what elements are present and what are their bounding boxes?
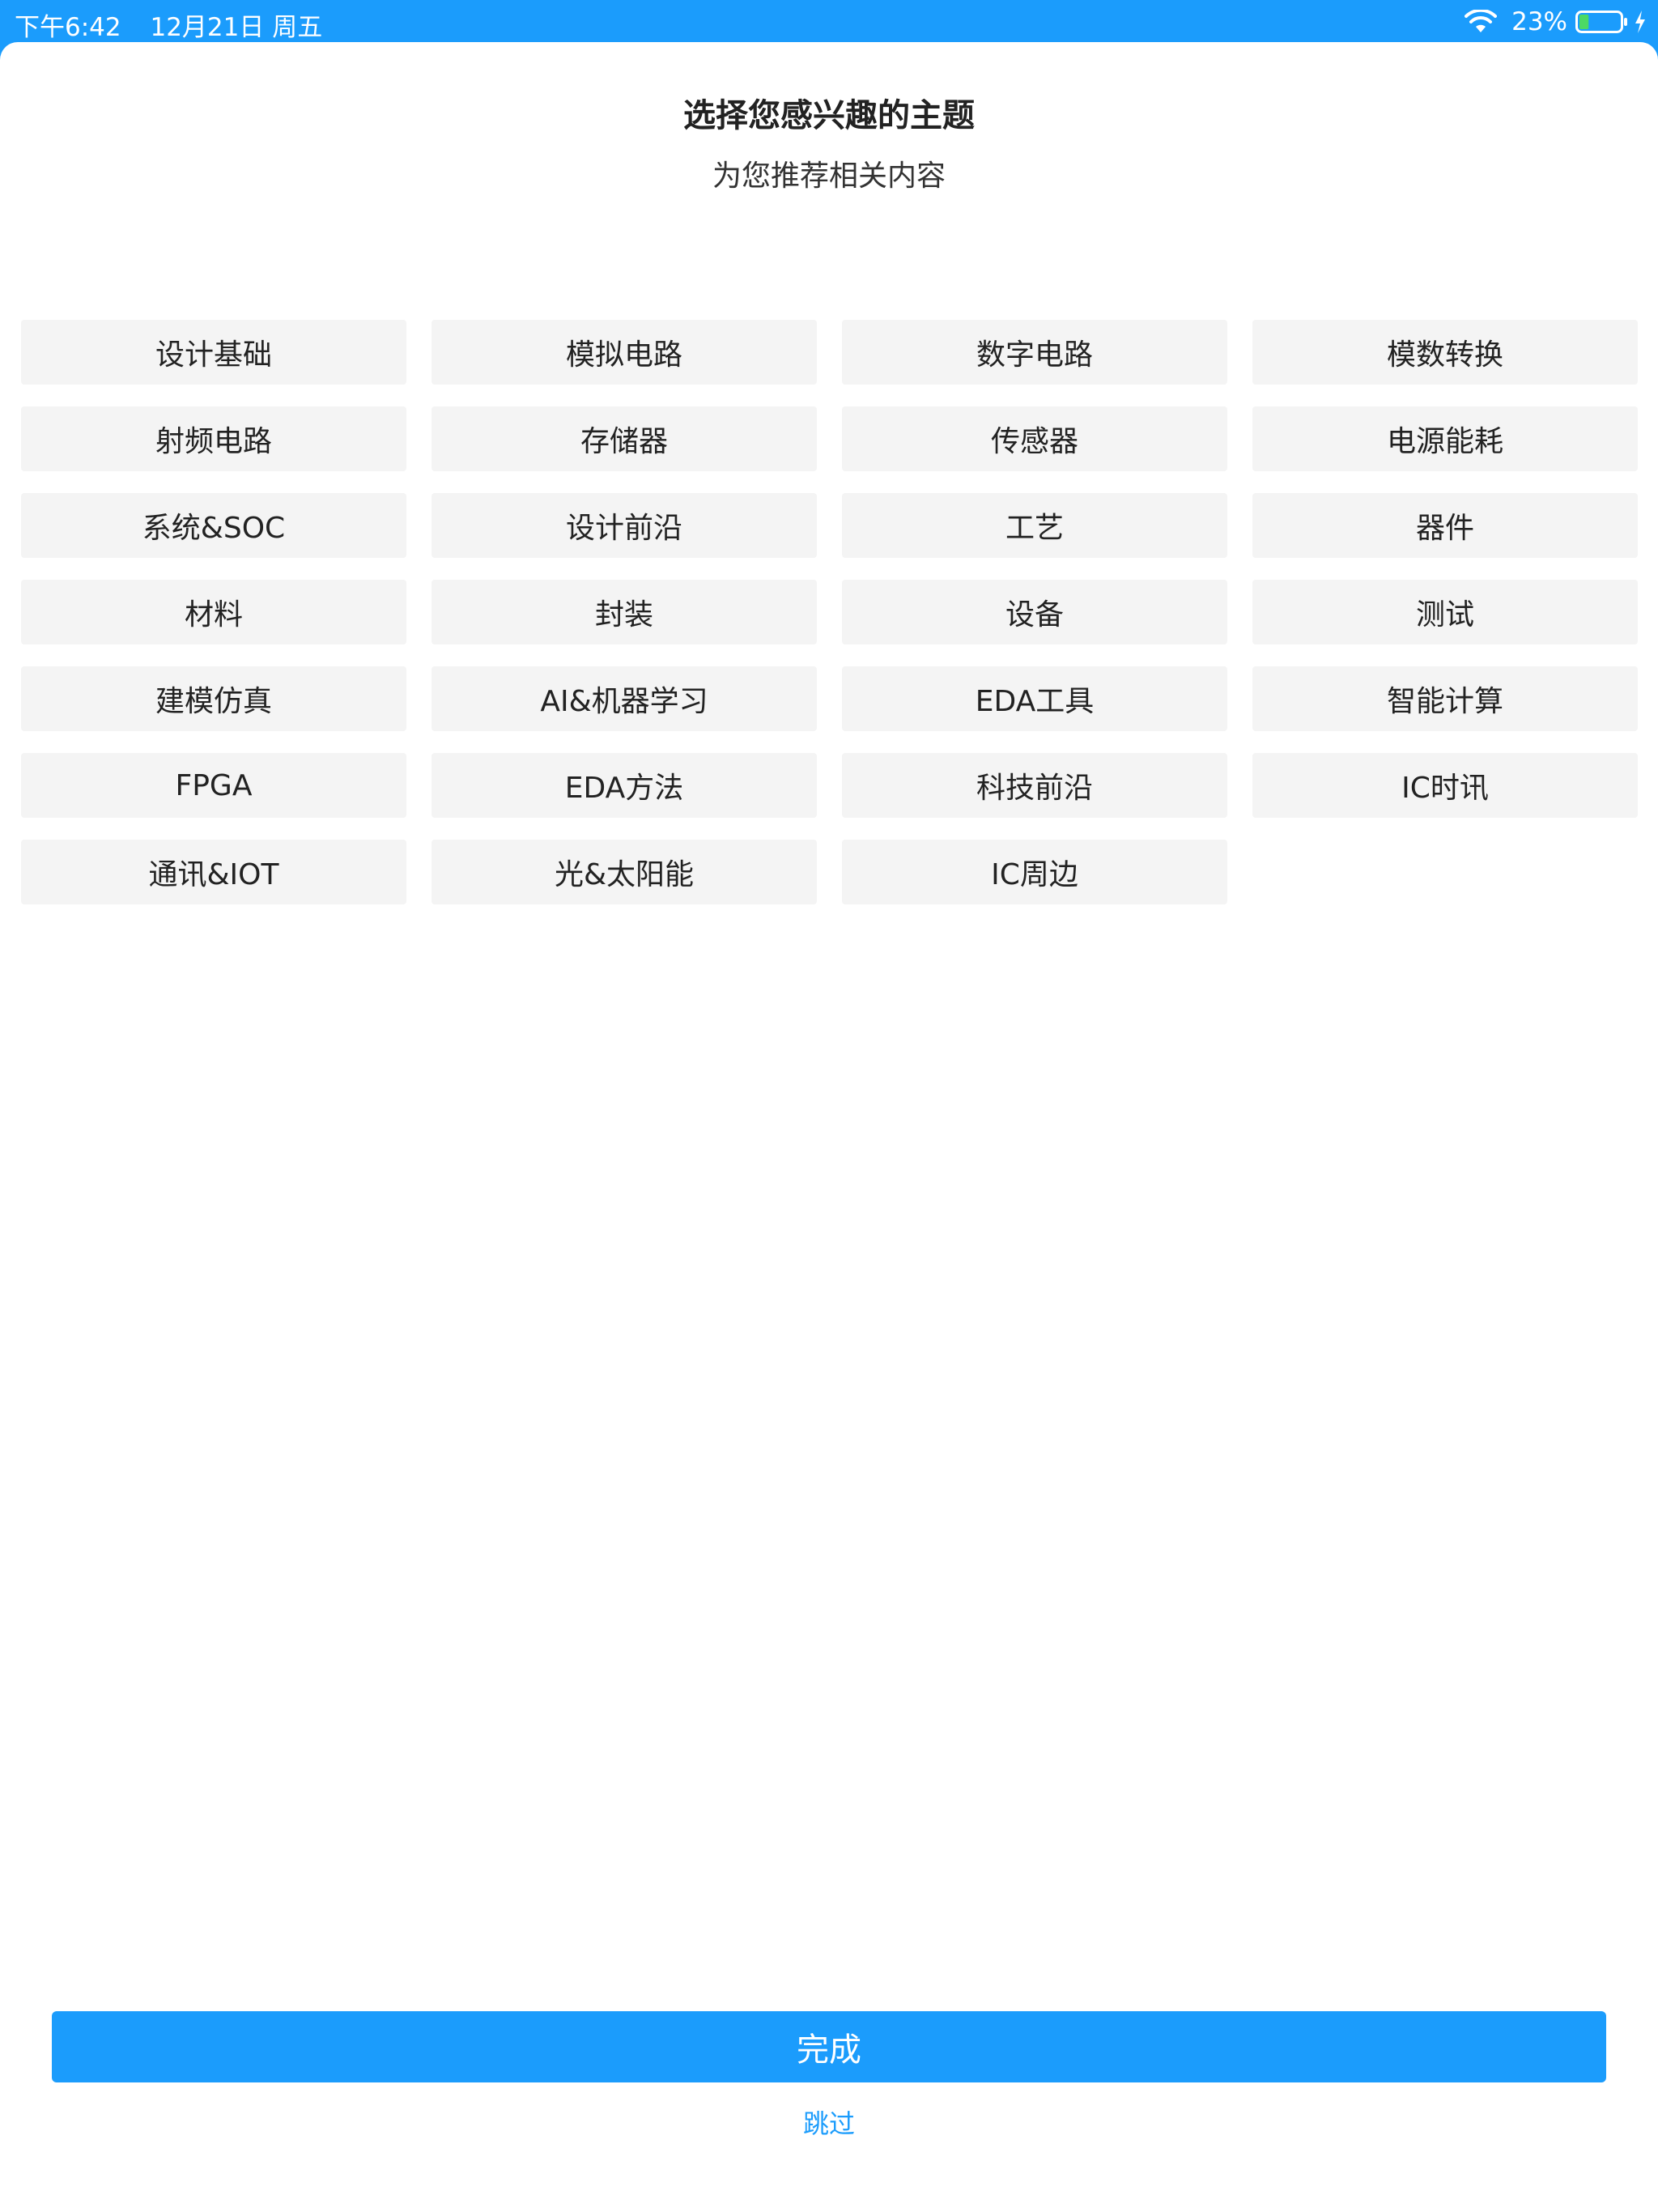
topic-tag[interactable]: 建模仿真 (21, 666, 406, 731)
status-time: 下午6:42 (15, 13, 121, 42)
skip-link[interactable]: 跳过 (0, 2104, 1658, 2141)
topic-selection-sheet: 选择您感兴趣的主题 为您推荐相关内容 设计基础 模拟电路 数字电路 模数转换射频电路存… (0, 42, 1658, 2212)
topic-tag[interactable]: EDA方法 (432, 753, 817, 818)
topic-tag[interactable]: 器件 (1252, 493, 1638, 558)
topic-tag[interactable]: 测试 (1252, 580, 1638, 644)
topic-tag[interactable]: 模数转换 (1252, 320, 1638, 385)
charging-bolt-icon (1635, 11, 1645, 33)
topic-tag[interactable]: EDA工具 (842, 666, 1227, 731)
wifi-icon (1465, 10, 1498, 32)
topic-tag[interactable]: 电源能耗 (1252, 406, 1638, 471)
topic-tag[interactable]: 设计基础 (21, 320, 406, 385)
page-title: 选择您感兴趣的主题 (683, 97, 975, 134)
battery-icon (1575, 11, 1627, 33)
topic-tag[interactable]: 通讯&IOT (21, 840, 406, 904)
done-button[interactable]: 完成 (52, 2011, 1606, 2082)
topic-tag[interactable]: AI&机器学习 (432, 666, 817, 731)
status-left: 下午6:42 12月21日 周五 (15, 6, 343, 43)
topic-tag[interactable]: 数字电路 (842, 320, 1227, 385)
topic-tag[interactable]: 存储器 (432, 406, 817, 471)
topic-tag[interactable]: IC周边 (842, 840, 1227, 904)
topic-tag[interactable]: 光&太阳能 (432, 840, 817, 904)
topic-tag[interactable]: 封装 (432, 580, 817, 644)
topic-tag[interactable]: 设备 (842, 580, 1227, 644)
topic-tag[interactable]: 系统&SOC (21, 493, 406, 558)
topic-tag[interactable]: 材料 (21, 580, 406, 644)
topic-tag[interactable]: 模拟电路 (432, 320, 817, 385)
topic-tag[interactable]: IC时讯 (1252, 753, 1638, 818)
status-bar: 下午6:42 12月21日 周五 23% (0, 0, 1658, 44)
topic-tag[interactable]: 工艺 (842, 493, 1227, 558)
topic-tag[interactable]: FPGA (21, 753, 406, 818)
status-right: 23% (1465, 5, 1647, 39)
topic-tag[interactable]: 传感器 (842, 406, 1227, 471)
status-date: 12月21日 周五 (150, 13, 323, 42)
topic-tag[interactable]: 射频电路 (21, 406, 406, 471)
topic-grid: 设计基础 模拟电路 数字电路 模数转换射频电路 存储器 传感器 电源能耗系统&SOC 设计前沿… (21, 320, 1638, 904)
topic-tag[interactable]: 设计前沿 (432, 493, 817, 558)
page-subtitle: 为您推荐相关内容 (712, 160, 946, 193)
topic-tag[interactable]: 智能计算 (1252, 666, 1638, 731)
battery-percent: 23% (1511, 7, 1567, 36)
topic-tag[interactable]: 科技前沿 (842, 753, 1227, 818)
